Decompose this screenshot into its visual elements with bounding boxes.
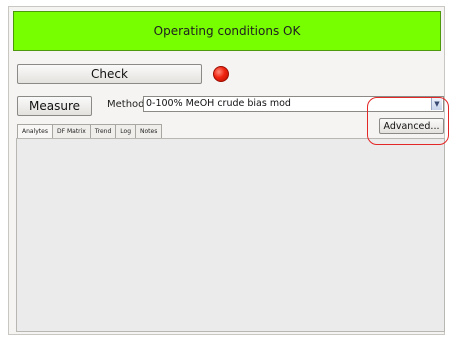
tab-trend[interactable]: Trend [89,124,117,138]
dropdown-arrow-icon[interactable]: ▼ [431,98,442,110]
status-banner: Operating conditions OK [13,11,441,51]
measure-button[interactable]: Measure [17,96,92,116]
method-select[interactable]: 0-100% MeOH crude bias mod ▼ [143,96,444,112]
status-message: Operating conditions OK [153,24,301,38]
advanced-button-label: Advanced... [383,120,440,132]
check-button-label: Check [91,67,128,81]
method-label: Method [107,99,145,110]
tab-notes[interactable]: Notes [135,124,163,138]
status-indicator-light [213,66,229,82]
tab-df-matrix[interactable]: DF Matrix [51,124,91,138]
tab-log[interactable]: Log [115,124,136,138]
tab-strip: Analytes DF Matrix Trend Log Notes [17,124,163,138]
advanced-button[interactable]: Advanced... [379,118,444,134]
measure-button-label: Measure [29,99,80,113]
check-button[interactable]: Check [17,64,202,84]
tab-analytes[interactable]: Analytes [17,124,53,138]
tab-content-area [16,138,445,332]
method-select-value: 0-100% MeOH crude bias mod [146,98,291,109]
